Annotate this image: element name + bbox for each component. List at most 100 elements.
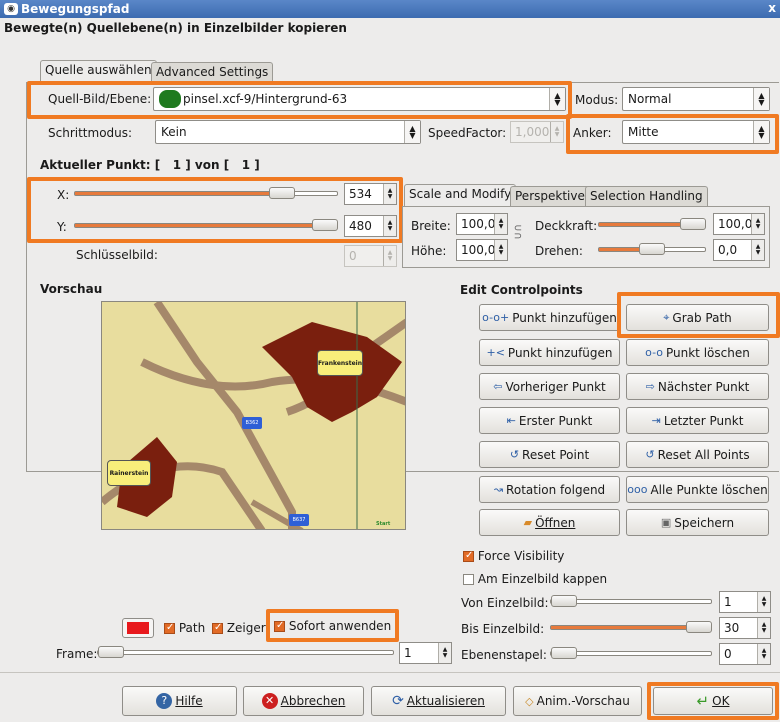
rotate-spin[interactable]: 0,0 ▲ ▼ xyxy=(713,239,765,261)
spin-arrows-icon: ▲ ▼ xyxy=(383,246,396,266)
layer-stack-label: Ebenenstapel: xyxy=(461,648,547,662)
path-color-button[interactable] xyxy=(122,618,154,638)
mode-combo[interactable]: Normal ▲ ▼ xyxy=(622,87,770,111)
apply-immediately-option[interactable]: Sofort anwenden xyxy=(274,619,391,633)
window-titlebar: ◉ Bewegungspfad x xyxy=(0,0,780,18)
to-frame-spin[interactable]: 30 ▲ ▼ xyxy=(719,617,771,639)
apply-immediately-checkbox[interactable] xyxy=(274,620,285,632)
force-visibility-option[interactable]: Force Visibility xyxy=(463,549,564,563)
rotate-slider-thumb[interactable] xyxy=(639,243,665,255)
x-slider-thumb[interactable] xyxy=(269,187,296,199)
frame-spin[interactable]: 1 ▲ ▼ xyxy=(399,642,452,664)
open-button[interactable]: ▰ Öffnen xyxy=(479,509,620,536)
last-point-button[interactable]: ⇥ Letzter Punkt xyxy=(626,407,769,434)
source-layer-combo[interactable]: pinsel.xcf-9/Hintergrund-63 ▲ ▼ xyxy=(153,87,566,111)
from-frame-spin[interactable]: 1 ▲ ▼ xyxy=(719,591,771,613)
map-label-start: Start xyxy=(376,521,391,527)
clip-option[interactable]: Am Einzelbild kappen xyxy=(463,572,607,586)
y-slider[interactable] xyxy=(74,223,338,228)
spin-arrows-icon: ▲ ▼ xyxy=(383,216,396,236)
next-point-button[interactable]: ⇨ Nächster Punkt xyxy=(626,373,769,400)
y-spin[interactable]: 480 ▲ ▼ xyxy=(344,215,397,237)
insert-point-label: Punkt hinzufügen xyxy=(507,345,613,360)
frame-slider[interactable] xyxy=(97,650,394,655)
save-button[interactable]: ▣ Speichern xyxy=(626,509,769,536)
spin-arrows-icon: ▲ ▼ xyxy=(757,618,770,638)
anim-preview-button[interactable]: ◇ Anim.-Vorschau xyxy=(513,686,642,716)
tab-quelle-auswaehlen[interactable]: Quelle auswählen xyxy=(40,60,157,83)
cancel-button[interactable]: ✕ Abbrechen xyxy=(243,686,364,716)
delete-all-points-button[interactable]: ooo Alle Punkte löschen xyxy=(626,476,769,503)
x-spin[interactable]: 534 ▲ ▼ xyxy=(344,183,397,205)
delete-point-button[interactable]: o-o Punkt löschen xyxy=(626,339,769,366)
keyframe-label: Schlüsselbild: xyxy=(76,248,158,262)
last-point-icon: ⇥ xyxy=(651,414,661,427)
keyframe-spin: 0 ▲ ▼ xyxy=(344,245,397,267)
anchor-combo[interactable]: Mitte ▲ ▼ xyxy=(622,120,770,144)
ok-arrow-icon: ↵ xyxy=(696,692,710,710)
previous-point-button[interactable]: ⇦ Vorheriger Punkt xyxy=(479,373,620,400)
opacity-label: Deckkraft: xyxy=(535,219,598,233)
pointer-checkbox[interactable] xyxy=(212,622,223,634)
path-checkbox[interactable] xyxy=(164,622,175,634)
reset-all-points-button[interactable]: ↺ Reset All Points xyxy=(626,441,769,468)
chevron-updown-icon: ▲ ▼ xyxy=(549,88,565,110)
rotation-follow-button[interactable]: ↝ Rotation folgend xyxy=(479,476,620,503)
force-visibility-checkbox[interactable] xyxy=(463,550,474,562)
frame-label: Frame: xyxy=(56,647,98,661)
path-option[interactable]: Path xyxy=(164,621,205,635)
reset-point-label: Reset Point xyxy=(522,447,590,462)
layer-stack-slider-thumb[interactable] xyxy=(551,647,577,659)
grab-path-label: Grab Path xyxy=(672,310,732,325)
step-mode-combo[interactable]: Kein ▲ ▼ xyxy=(155,120,421,144)
insert-point-button[interactable]: +< Punkt hinzufügen xyxy=(479,339,620,366)
tab-advanced-settings[interactable]: Advanced Settings xyxy=(151,62,274,83)
step-mode-value: Kein xyxy=(161,125,187,139)
spin-arrows-icon: ▲ ▼ xyxy=(550,122,563,142)
add-point-button[interactable]: o-o+ Punkt hinzufügen xyxy=(479,304,620,331)
delete-point-label: Punkt löschen xyxy=(666,345,750,360)
x-slider[interactable] xyxy=(74,191,338,196)
previous-point-label: Vorheriger Punkt xyxy=(505,379,606,394)
spin-arrows-icon: ▲ ▼ xyxy=(494,214,507,234)
first-point-label: Erster Punkt xyxy=(518,413,593,428)
chain-link-icon[interactable]: ⊂ ⊃ xyxy=(513,224,523,247)
y-slider-thumb[interactable] xyxy=(312,219,338,231)
arrow-left-icon: ⇦ xyxy=(493,380,503,393)
chevron-updown-icon: ▲ ▼ xyxy=(753,88,769,110)
source-label: Quell-Bild/Ebene: xyxy=(48,92,152,106)
to-frame-slider-thumb[interactable] xyxy=(686,621,712,633)
app-icon: ◉ xyxy=(4,3,18,15)
delete-point-icon: o-o xyxy=(645,346,663,359)
reset-point-button[interactable]: ↺ Reset Point xyxy=(479,441,620,468)
tab-scale-and-modify[interactable]: Scale and Modify xyxy=(404,184,517,207)
refresh-button[interactable]: ⟳ Aktualisieren xyxy=(371,686,506,716)
spin-arrows-icon: ▲ ▼ xyxy=(438,643,451,663)
preview-canvas[interactable]: Frankenstein Rainerstein B362 B637 Start xyxy=(101,301,406,530)
opacity-slider-fill xyxy=(599,223,681,226)
rotate-value: 0,0 xyxy=(718,243,738,257)
close-icon[interactable]: x xyxy=(768,1,776,15)
clip-label: Am Einzelbild kappen xyxy=(477,572,608,586)
ok-button[interactable]: ↵ OK xyxy=(653,687,773,715)
from-frame-slider-thumb[interactable] xyxy=(551,595,577,607)
source-layer-value: pinsel.xcf-9/Hintergrund-63 xyxy=(183,92,348,106)
grab-path-button[interactable]: ⌖ Grab Path xyxy=(626,304,769,331)
layer-stack-spin[interactable]: 0 ▲ ▼ xyxy=(719,643,771,665)
width-spin[interactable]: 100,0 ▲ ▼ xyxy=(456,213,508,235)
preview-label: Vorschau xyxy=(40,282,103,296)
height-spin[interactable]: 100,0 ▲ ▼ xyxy=(456,239,508,261)
pointer-option[interactable]: Zeiger xyxy=(212,621,266,635)
clip-checkbox[interactable] xyxy=(463,574,474,585)
tab-selection-handling[interactable]: Selection Handling xyxy=(585,186,708,207)
delete-all-points-icon: ooo xyxy=(627,483,648,496)
rotate-slider-fill xyxy=(599,248,640,251)
delete-all-points-label: Alle Punkte löschen xyxy=(650,482,768,497)
opacity-slider-thumb[interactable] xyxy=(680,218,706,230)
first-point-button[interactable]: ⇤ Erster Punkt xyxy=(479,407,620,434)
help-button[interactable]: ? Hilfe xyxy=(122,686,237,716)
opacity-spin[interactable]: 100,0 ▲ ▼ xyxy=(713,213,765,235)
width-label: Breite: xyxy=(411,219,451,233)
tab-perspektive[interactable]: Perspektive xyxy=(510,186,590,207)
frame-slider-thumb[interactable] xyxy=(98,646,124,658)
